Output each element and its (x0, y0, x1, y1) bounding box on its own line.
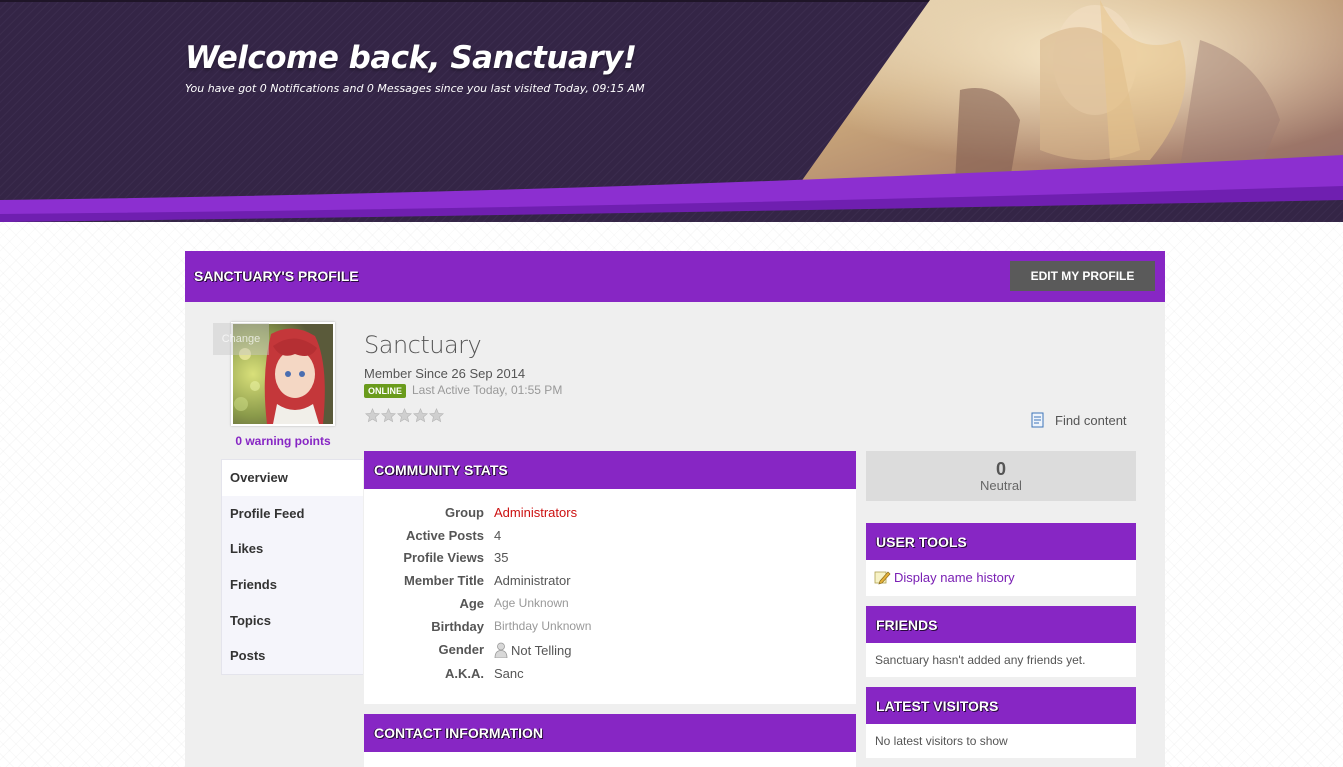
friends-title: FRIENDS (876, 617, 938, 633)
stat-value: Administrator (494, 573, 571, 588)
latest-visitors-note: No latest visitors to show (875, 734, 1008, 748)
profile-user-name: Sanctuary (364, 331, 482, 359)
community-stats-title: COMMUNITY STATS (374, 462, 508, 478)
star-icon[interactable] (365, 408, 380, 423)
latest-visitors-body: No latest visitors to show (866, 724, 1136, 758)
stat-value: 4 (494, 528, 502, 543)
online-status-badge: ONLINE (364, 384, 407, 398)
stat-row-age: Age Age Unknown (364, 596, 856, 616)
stat-value: Birthday Unknown (494, 619, 592, 633)
stat-row-group: Group Administrators (364, 505, 856, 525)
stat-row-aka: A.K.A. Sanc (364, 666, 856, 686)
display-name-history-label: Display name history (894, 569, 1015, 585)
display-name-history-link[interactable]: Display name history (874, 569, 1015, 585)
last-active-text: Last Active Today, 01:55 PM (412, 383, 563, 397)
find-content-link[interactable]: Find content (1030, 412, 1127, 428)
change-avatar-button[interactable]: Change (213, 323, 269, 355)
user-tools-title: USER TOOLS (876, 534, 967, 550)
contact-info-body (364, 752, 856, 767)
profile-title-bar: SANCTUARY'S PROFILE EDIT MY PROFILE (185, 251, 1165, 302)
profile-title: SANCTUARY'S PROFILE (194, 268, 359, 284)
stat-label: Age (459, 596, 484, 611)
friends-body: Sanctuary hasn't added any friends yet. (866, 643, 1136, 677)
star-icon[interactable] (413, 408, 428, 423)
friends-header: FRIENDS (866, 606, 1136, 643)
stat-row-active-posts: Active Posts 4 (364, 528, 856, 548)
welcome-title: Welcome back, Sanctuary! (185, 40, 637, 76)
contact-info-title: CONTACT INFORMATION (374, 725, 544, 741)
profile-side-nav: Overview Profile Feed Likes Friends Topi… (221, 459, 363, 675)
stat-row-profile-views: Profile Views 35 (364, 550, 856, 570)
latest-visitors-header: LATEST VISITORS (866, 687, 1136, 724)
reputation-label: Neutral (980, 478, 1022, 493)
user-tools-header: USER TOOLS (866, 523, 1136, 560)
stat-value: Sanc (494, 666, 524, 681)
find-content-label: Find content (1055, 412, 1127, 428)
site-header: Welcome back, Sanctuary! You have got 0 … (0, 0, 1343, 222)
edit-profile-button[interactable]: EDIT MY PROFILE (1010, 261, 1155, 291)
latest-visitors-title: LATEST VISITORS (876, 698, 999, 714)
stat-value: 35 (494, 550, 509, 565)
star-icon[interactable] (381, 408, 396, 423)
stat-row-gender: Gender Not Telling (364, 642, 856, 662)
stat-row-member-title: Member Title Administrator (364, 573, 856, 593)
side-nav-topics[interactable]: Topics (222, 603, 363, 639)
side-nav-profile-feed[interactable]: Profile Feed (222, 496, 363, 532)
stat-label: Member Title (404, 573, 484, 588)
stat-row-birthday: Birthday Birthday Unknown (364, 619, 856, 639)
stat-label: Gender (438, 642, 484, 657)
document-icon (1031, 412, 1044, 428)
side-nav-friends[interactable]: Friends (222, 567, 363, 603)
header-banner (0, 0, 1343, 222)
member-since: Member Since 26 Sep 2014 (364, 366, 526, 381)
stat-label: Active Posts (405, 528, 484, 543)
rating-stars[interactable] (365, 408, 444, 423)
person-icon (494, 642, 508, 658)
stat-label: Profile Views (403, 550, 484, 565)
stat-value-group[interactable]: Administrators (494, 505, 577, 520)
side-nav-overview[interactable]: Overview (222, 460, 363, 496)
warning-points[interactable]: 0 warning points (221, 434, 345, 448)
star-icon[interactable] (429, 408, 444, 423)
welcome-subtitle: You have got 0 Notifications and 0 Messa… (185, 82, 645, 95)
side-nav-posts[interactable]: Posts (222, 638, 363, 674)
user-tools-body: Display name history (866, 560, 1136, 596)
side-nav-likes[interactable]: Likes (222, 531, 363, 567)
contact-info-header: CONTACT INFORMATION (364, 714, 856, 752)
stat-label: Group (445, 505, 484, 520)
reputation-box: 0 Neutral (866, 451, 1136, 501)
star-icon[interactable] (397, 408, 412, 423)
community-stats-header: COMMUNITY STATS (364, 451, 856, 489)
stat-value-gender: Not Telling (494, 642, 571, 658)
friends-note: Sanctuary hasn't added any friends yet. (875, 653, 1086, 667)
stat-label: A.K.A. (445, 666, 484, 681)
stat-label: Birthday (431, 619, 484, 634)
community-stats-body: Group Administrators Active Posts 4 Prof… (364, 489, 856, 704)
stat-value: Age Unknown (494, 596, 569, 610)
reputation-value: 0 (995, 459, 1006, 479)
gender-value: Not Telling (511, 642, 572, 658)
pencil-note-icon (874, 571, 891, 585)
